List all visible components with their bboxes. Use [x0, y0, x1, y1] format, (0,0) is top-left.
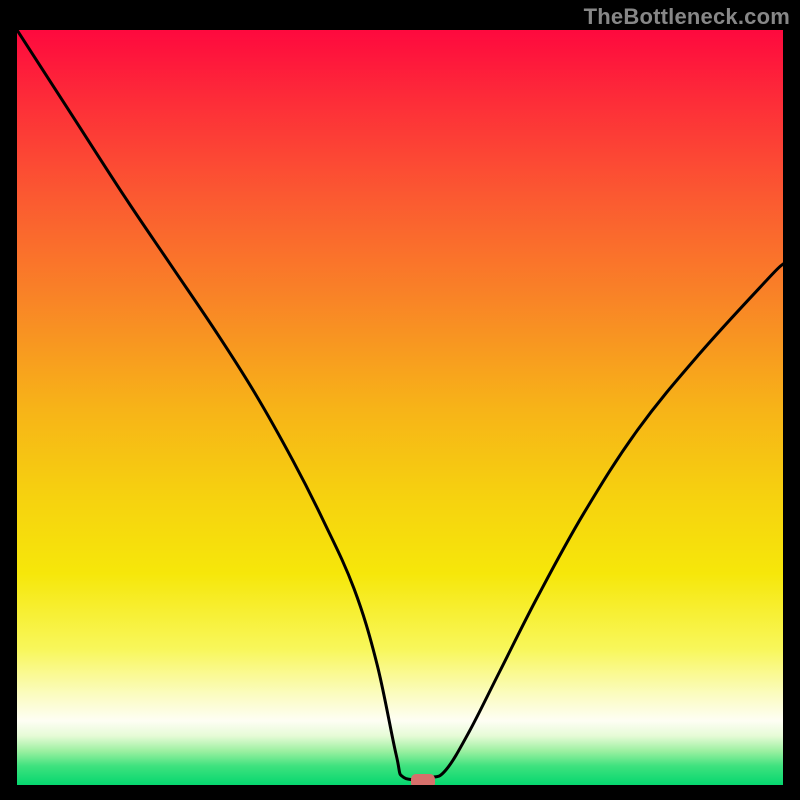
optimal-point-marker: [411, 774, 435, 785]
bottleneck-chart: [17, 30, 783, 785]
chart-frame: TheBottleneck.com: [0, 0, 800, 800]
gradient-background: [17, 30, 783, 785]
watermark-text: TheBottleneck.com: [584, 4, 790, 30]
